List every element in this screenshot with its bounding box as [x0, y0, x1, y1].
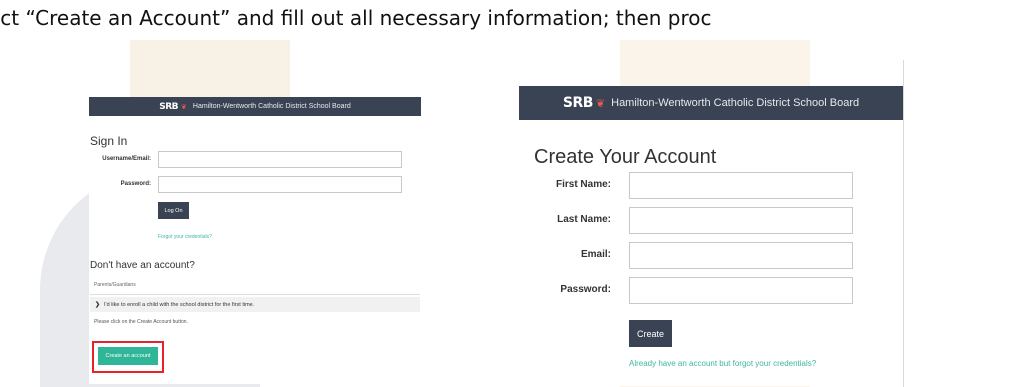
log-on-button[interactable]: Log On [158, 202, 189, 219]
tab-parents-guardians[interactable]: Parents/Guardians [94, 282, 136, 288]
email-label: Email: [580, 249, 611, 260]
last-name-label: Last Name: [557, 214, 611, 225]
first-name-label: First Name: [555, 179, 611, 190]
divider [903, 60, 904, 387]
password-input[interactable] [158, 176, 402, 193]
enroll-text: I'd like to enroll a child with the scho… [104, 301, 255, 308]
forgot-credentials-link[interactable]: Forgot your credentials? [158, 234, 212, 240]
enroll-accordion[interactable]: ❯ I'd like to enroll a child with the sc… [90, 297, 420, 312]
divider [90, 294, 420, 295]
highlight-box [92, 341, 164, 373]
page-title: Create Your Account [534, 146, 717, 168]
no-account-heading: Don't have an account? [90, 260, 195, 271]
board-name: Hamilton-Wentworth Catholic District Sch… [192, 103, 351, 110]
username-input[interactable] [158, 151, 402, 168]
torch-icon: ❦ [181, 103, 187, 111]
srb-logo: SRB [159, 101, 179, 112]
last-name-input[interactable] [629, 207, 853, 234]
torch-icon: ❦ [595, 97, 606, 110]
username-label: Username/Email: [102, 156, 151, 162]
first-name-input[interactable] [629, 172, 853, 199]
create-button[interactable]: Create [629, 320, 672, 347]
password-input[interactable] [629, 277, 853, 304]
chevron-right-icon: ❯ [95, 302, 101, 308]
srb-logo: SRB [562, 95, 594, 111]
password-label: Password: [120, 181, 151, 187]
password-label: Password: [560, 284, 611, 295]
site-header: SRB ❦ Hamilton-Wentworth Catholic Distri… [89, 97, 421, 116]
sign-in-screenshot: SRB ❦ Hamilton-Wentworth Catholic Distri… [89, 97, 421, 384]
create-account-screenshot: SRB ❦ Hamilton-Wentworth Catholic Distri… [519, 86, 903, 386]
email-input[interactable] [629, 242, 853, 269]
sign-in-title: Sign In [90, 134, 128, 148]
instruction-text: ect “Create an Account” and fill out all… [0, 6, 712, 30]
board-name: Hamilton-Wentworth Catholic District Sch… [611, 97, 860, 109]
instructions-text: Please click on the Create Account butto… [94, 319, 188, 325]
forgot-credentials-link[interactable]: Already have an account but forgot your … [629, 359, 816, 368]
site-header: SRB ❦ Hamilton-Wentworth Catholic Distri… [519, 86, 903, 120]
